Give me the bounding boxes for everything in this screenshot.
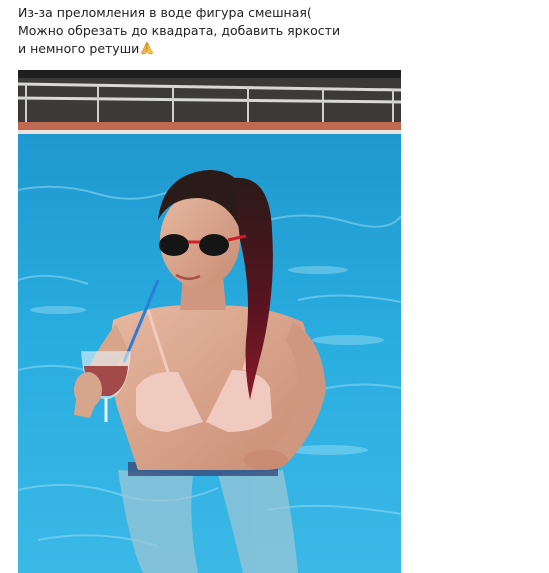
- pool-photo-image: [18, 70, 401, 573]
- folded-hands-icon: [140, 41, 154, 60]
- caption-line-3-wrap: и немного ретуши: [18, 40, 378, 60]
- message-post: Из-за преломления в воде фигура смешная(…: [0, 0, 549, 573]
- caption-line-1: Из-за преломления в воде фигура смешная(: [18, 5, 312, 20]
- attached-photo[interactable]: [18, 70, 401, 573]
- caption-line-3: и немного ретуши: [18, 41, 140, 56]
- message-text: Из-за преломления в воде фигура смешная(…: [18, 4, 378, 60]
- caption-line-2: Можно обрезать до квадрата, добавить ярк…: [18, 23, 341, 38]
